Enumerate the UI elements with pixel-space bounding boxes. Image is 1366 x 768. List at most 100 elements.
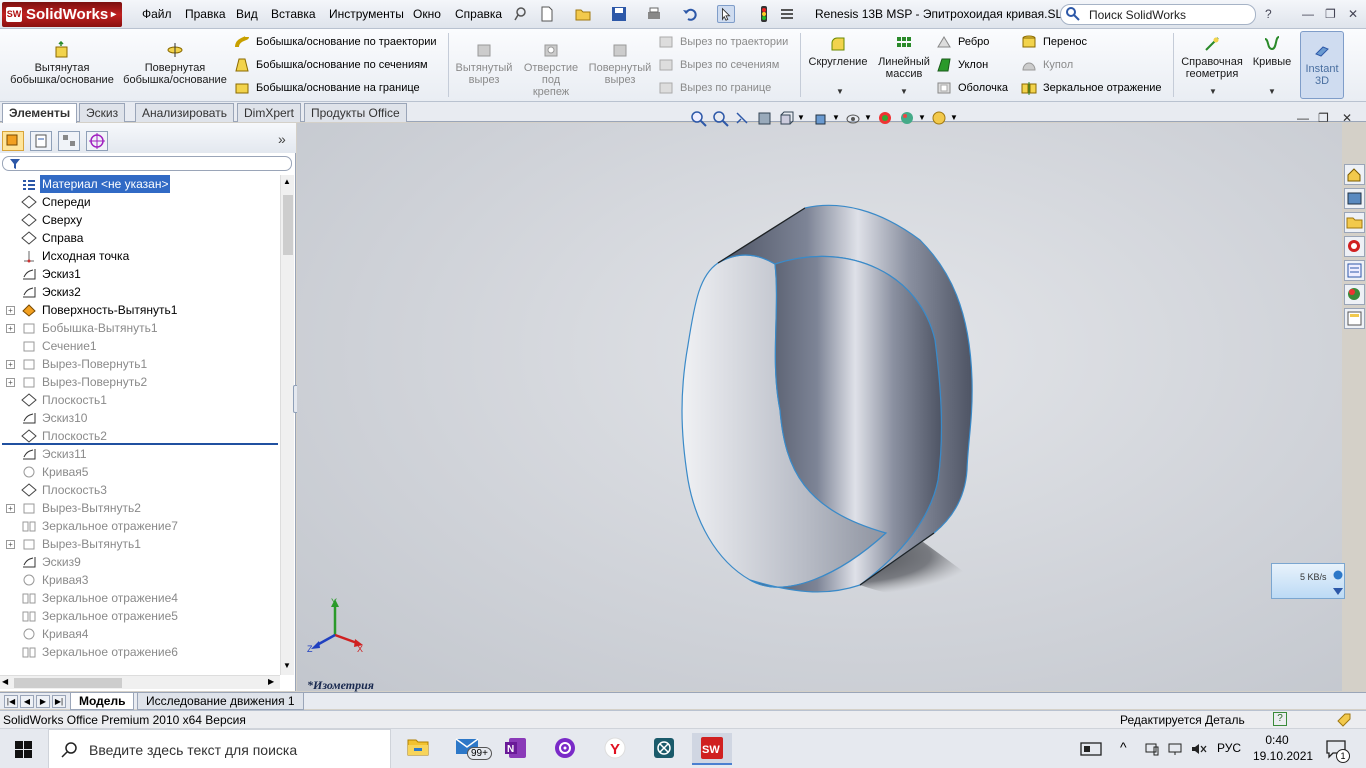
taskbar-yandex-browser[interactable]: Y <box>595 733 635 765</box>
reference-geometry-button[interactable]: Справочная геометрия <box>1177 35 1247 80</box>
apply-scene-dropdown-icon[interactable]: ▼ <box>918 113 926 122</box>
scroll-up-icon[interactable]: ▲ <box>283 177 291 186</box>
menu-window[interactable]: Окно <box>413 7 441 21</box>
tray-monitor-icon[interactable] <box>1167 741 1183 757</box>
tab-motion-study[interactable]: Исследование движения 1 <box>137 693 304 710</box>
tree-item[interactable]: Кривая5 <box>0 463 280 481</box>
tree-item[interactable]: Спереди <box>0 193 280 211</box>
task-view-icon[interactable] <box>1080 740 1102 758</box>
task-pane-home[interactable] <box>1344 164 1365 185</box>
featuremanager-tab[interactable] <box>2 131 24 151</box>
nav-first-icon[interactable]: |◀ <box>4 695 18 708</box>
status-help-button[interactable]: ? <box>1273 712 1287 726</box>
rib-button[interactable]: Ребро <box>936 33 989 51</box>
open-folder-icon[interactable] <box>574 5 592 23</box>
taskbar-app-x[interactable] <box>644 733 684 765</box>
revolved-boss-button[interactable]: Повернутая бобышка/основание <box>121 41 229 86</box>
pin-icon[interactable] <box>512 5 530 23</box>
lofted-boss-button[interactable]: Бобышка/основание по сечениям <box>234 56 428 74</box>
save-icon[interactable] <box>610 5 628 23</box>
taskbar-onenote[interactable]: N <box>496 733 536 765</box>
display-style-icon[interactable] <box>813 110 830 127</box>
solidworks-logo[interactable]: SW SolidWorks ▸ <box>2 2 122 27</box>
hscroll-thumb[interactable] <box>14 678 122 688</box>
tree-item[interactable]: Кривая4 <box>0 625 280 643</box>
help-button[interactable]: ? <box>1265 7 1272 21</box>
boundary-boss-button[interactable]: Бобышка/основание на границе <box>234 79 420 97</box>
search-solidworks[interactable]: Поиск SolidWorks <box>1060 4 1256 25</box>
dimxpertmanager-tab[interactable] <box>86 131 108 151</box>
dome-button[interactable]: Купол <box>1021 56 1073 74</box>
task-pane-file-explorer[interactable] <box>1344 212 1365 233</box>
pattern-dropdown-icon[interactable]: ▼ <box>900 87 908 96</box>
start-button[interactable] <box>0 729 48 768</box>
apply-scene-icon[interactable] <box>899 110 916 127</box>
view-settings-dropdown-icon[interactable]: ▼ <box>950 113 958 122</box>
taskbar-mail[interactable]: 99+ <box>447 733 492 765</box>
tree-item[interactable]: Зеркальное отражение7 <box>0 517 280 535</box>
tree-item[interactable]: + Вырез-Вытянуть1 <box>0 535 280 553</box>
scroll-left-icon[interactable]: ◀ <box>2 677 8 686</box>
tree-expand-toggle[interactable]: + <box>6 306 15 315</box>
tree-expand-toggle[interactable]: + <box>6 378 15 387</box>
new-document-icon[interactable] <box>538 5 556 23</box>
hide-show-dropdown-icon[interactable]: ▼ <box>864 113 872 122</box>
tray-volume-muted-icon[interactable] <box>1190 741 1208 757</box>
linear-pattern-button[interactable]: Линейный массив <box>874 35 934 80</box>
tree-item[interactable]: Материал <не указан> <box>0 175 280 193</box>
menu-insert[interactable]: Вставка <box>271 7 316 21</box>
tree-item[interactable]: Плоскость1 <box>0 391 280 409</box>
lofted-cut-button[interactable]: Вырез по сечениям <box>658 56 779 74</box>
task-pane-design-library[interactable] <box>1344 188 1365 209</box>
tree-item[interactable]: Зеркальное отражение5 <box>0 607 280 625</box>
tree-item[interactable]: Зеркальное отражение4 <box>0 589 280 607</box>
hide-show-items-icon[interactable] <box>845 110 862 127</box>
edit-appearance-icon[interactable] <box>877 110 894 127</box>
tree-item[interactable]: Сечение1 <box>0 337 280 355</box>
nav-last-icon[interactable]: ▶| <box>52 695 66 708</box>
revolved-cut-button[interactable]: Повернутый вырез <box>586 41 654 86</box>
extruded-boss-button[interactable]: Вытянутая бобышка/основание <box>8 41 116 86</box>
restore-button[interactable]: ❐ <box>1325 7 1336 21</box>
tree-expand-toggle[interactable]: + <box>6 540 15 549</box>
tree-item[interactable]: Эскиз11 <box>0 445 280 463</box>
tab-office-products[interactable]: Продукты Office <box>304 103 407 122</box>
undo-icon[interactable] <box>681 5 699 23</box>
previous-view-icon[interactable] <box>734 110 751 127</box>
close-button[interactable]: ✕ <box>1348 7 1358 21</box>
curves-dropdown-icon[interactable]: ▼ <box>1268 87 1276 96</box>
tree-item[interactable]: + Вырез-Повернуть2 <box>0 373 280 391</box>
taskbar-file-explorer[interactable] <box>398 733 438 765</box>
tree-item[interactable]: Справа <box>0 229 280 247</box>
task-pane-search[interactable] <box>1344 236 1365 257</box>
zoom-to-fit-icon[interactable] <box>690 110 707 127</box>
taskbar-podcast-app[interactable] <box>545 733 585 765</box>
tray-network-icon[interactable] <box>1144 741 1160 757</box>
nav-next-icon[interactable]: ▶ <box>36 695 50 708</box>
section-view-icon[interactable] <box>756 110 773 127</box>
tree-expand-toggle[interactable]: + <box>6 504 15 513</box>
tree-item[interactable]: Эскиз1 <box>0 265 280 283</box>
tray-language[interactable]: РУС <box>1217 741 1241 755</box>
wrap-button[interactable]: Перенос <box>1021 33 1087 51</box>
tree-item[interactable]: Сверху <box>0 211 280 229</box>
tree-vertical-scrollbar[interactable]: ▲ ▼ <box>280 175 294 675</box>
tree-item[interactable]: Эскиз9 <box>0 553 280 571</box>
options-list-icon[interactable] <box>778 5 796 23</box>
nav-prev-icon[interactable]: ◀ <box>20 695 34 708</box>
tree-expand-toggle[interactable]: + <box>6 360 15 369</box>
menu-help[interactable]: Справка <box>455 7 502 21</box>
fillet-dropdown-icon[interactable]: ▼ <box>836 87 844 96</box>
tab-features[interactable]: Элементы <box>2 103 78 123</box>
draft-button[interactable]: Уклон <box>936 56 988 74</box>
menu-tools[interactable]: Инструменты <box>329 7 404 21</box>
scroll-thumb[interactable] <box>283 195 293 255</box>
task-pane-custom-properties[interactable] <box>1344 308 1365 329</box>
tree-item[interactable]: Исходная точка <box>0 247 280 265</box>
rollback-bar[interactable] <box>2 443 278 445</box>
view-orientation-dropdown-icon[interactable]: ▼ <box>797 113 805 122</box>
ref-geometry-dropdown-icon[interactable]: ▼ <box>1209 87 1217 96</box>
tree-item[interactable]: + Вырез-Вытянуть2 <box>0 499 280 517</box>
tree-item[interactable]: + Бобышка-Вытянуть1 <box>0 319 280 337</box>
scroll-down-icon[interactable]: ▼ <box>283 661 291 670</box>
